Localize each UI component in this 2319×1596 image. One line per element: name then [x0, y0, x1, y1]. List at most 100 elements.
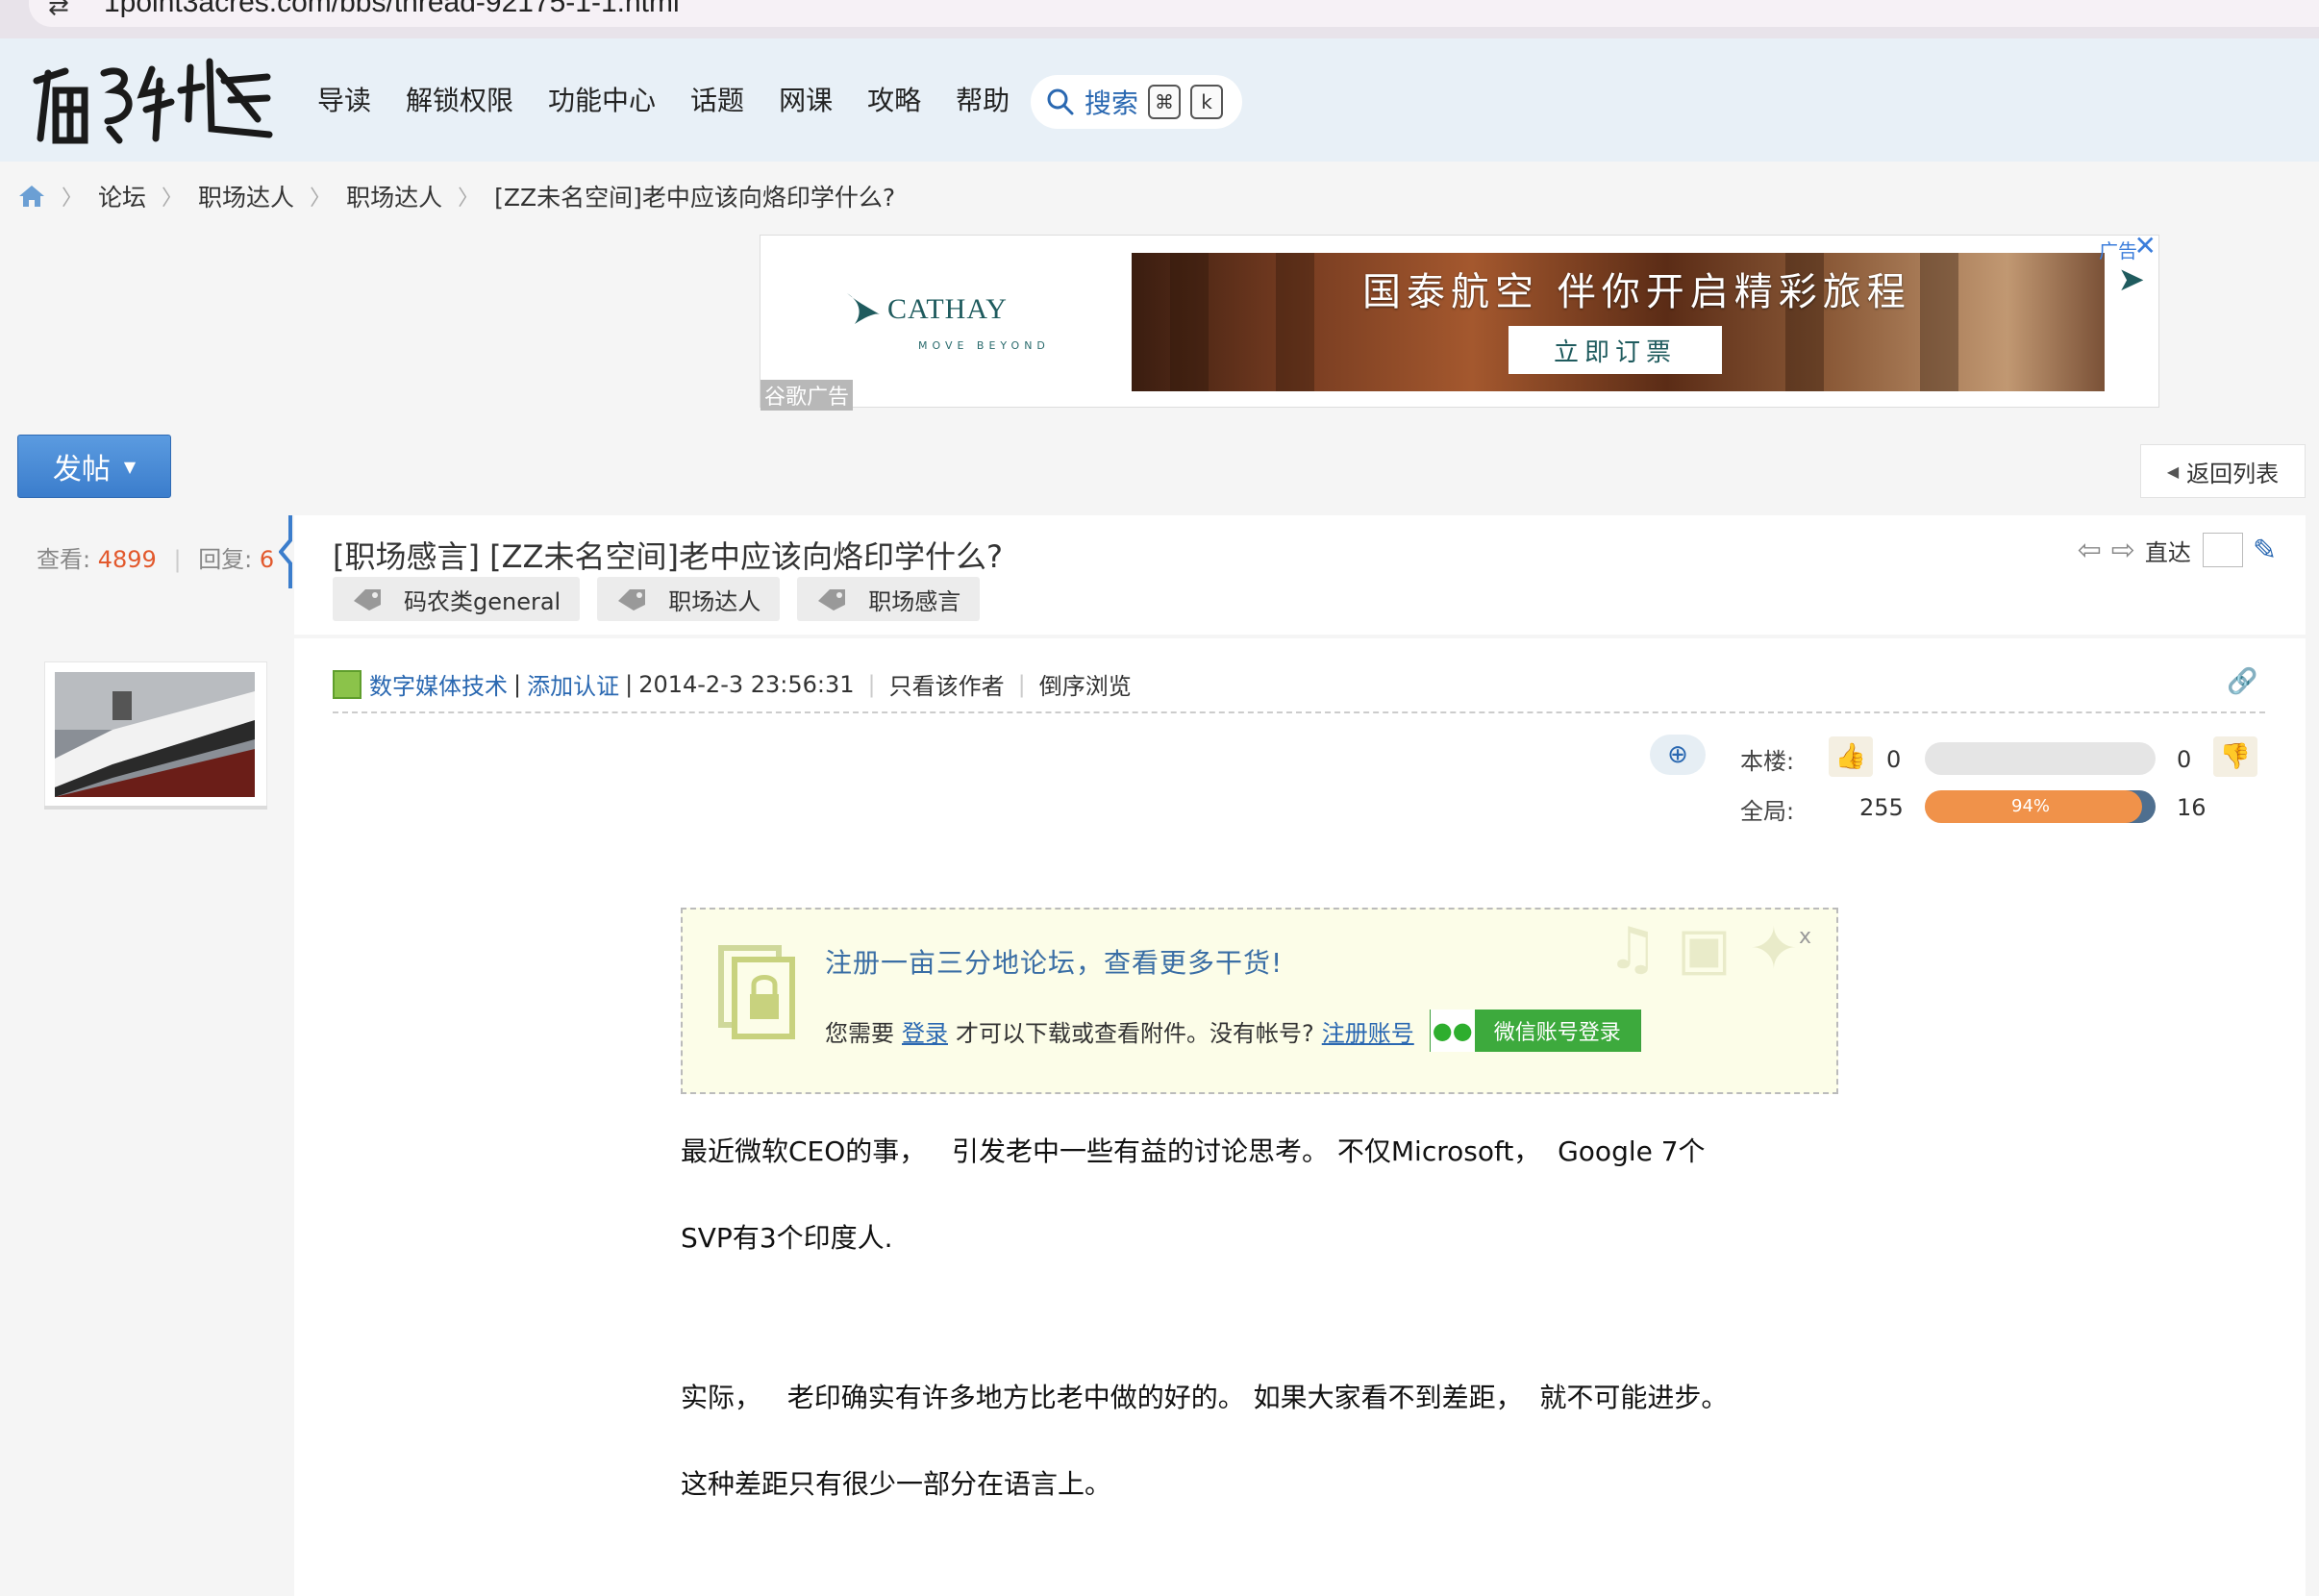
jump-floor-input[interactable] — [2202, 533, 2243, 567]
ad-banner[interactable]: CATHAY MOVE BEYOND 谷歌广告 国泰航空 伴你开启精彩旅程 立即… — [760, 230, 2159, 411]
stats-divider: | — [173, 546, 182, 573]
thumbs-up-icon[interactable]: 👍 — [1829, 736, 1873, 777]
vote-panel: ⊕ 本楼: 👍 0 0 👎 全局: 255 94% 16 — [1650, 733, 2265, 838]
jump-label: 直达 — [2144, 538, 2191, 566]
search-button[interactable]: 搜索 ⌘ k — [1031, 75, 1242, 129]
nav-item-features[interactable]: 功能中心 — [548, 77, 656, 125]
next-thread-icon[interactable]: ⇨ — [2111, 534, 2135, 567]
floor-up-count: 0 — [1886, 746, 1902, 773]
thread-header: [职场感言] [ZZ未名空间]老中应该向烙印学什么? 码农类general 职场… — [294, 515, 2306, 635]
breadcrumb-forum[interactable]: 论坛 — [98, 179, 146, 213]
lock-icon — [718, 945, 795, 1039]
post-datetime: 2014-2-3 23:56:31 — [638, 670, 855, 698]
thread-title: [职场感言] [ZZ未名空间]老中应该向烙印学什么? — [333, 538, 1003, 575]
register-link[interactable]: 注册账号 — [1322, 1014, 1414, 1048]
global-up-count: 255 — [1859, 794, 1904, 821]
caret-down-icon: ▼ — [123, 457, 137, 476]
post-paragraph: 实际， 老印确实有许多地方比老中做的好的。 如果大家看不到差距， 就不可能进步。 — [681, 1382, 1729, 1413]
tag-item[interactable]: 码农类general — [333, 577, 581, 621]
new-post-button[interactable]: 发帖 ▼ — [17, 435, 171, 498]
tag-list: 码农类general 职场达人 职场感言 — [333, 577, 981, 621]
breadcrumb-category[interactable]: 职场达人 — [198, 179, 294, 213]
ad-brand-sub: MOVE BEYOND — [918, 339, 1050, 352]
thread-stats: 查看: 4899 | 回复: 6 — [37, 540, 274, 574]
breadcrumb-thread[interactable]: [ZZ未名空间]老中应该向烙印学什么? — [494, 179, 895, 213]
site-header: 导读 解锁权限 功能中心 话题 网课 攻略 帮助 搜索 ⌘ k — [0, 38, 2319, 162]
search-icon — [1047, 88, 1074, 115]
share-icon[interactable]: ⊕ — [1650, 735, 1706, 775]
breadcrumb-separator: 〉 — [310, 187, 332, 211]
global-down-count: 16 — [2177, 794, 2207, 821]
meta-divider: | — [867, 670, 876, 698]
reverse-order-link[interactable]: 倒序浏览 — [1039, 667, 1132, 701]
search-label: 搜索 — [1085, 87, 1139, 119]
main-nav: 导读 解锁权限 功能中心 话题 网课 攻略 帮助 — [317, 77, 1044, 125]
avatar-shadow — [44, 806, 267, 810]
replies-label: 回复: — [198, 546, 253, 573]
thread-nav: ⇦ ⇨ 直达 ✎ — [2078, 533, 2277, 567]
site-logo[interactable] — [27, 52, 292, 154]
replies-count: 6 — [259, 546, 275, 573]
new-post-label: 发帖 — [52, 453, 111, 486]
add-verify-link[interactable]: 添加认证 — [527, 667, 619, 701]
views-count: 4899 — [97, 546, 157, 573]
nav-item-guides[interactable]: 攻略 — [867, 77, 921, 125]
floor-vote-label: 本楼: — [1740, 748, 1795, 775]
breadcrumb-subcategory[interactable]: 职场达人 — [346, 179, 442, 213]
tag-label: 职场感言 — [868, 587, 961, 615]
global-vote-percent: 94% — [2011, 796, 2051, 816]
nav-item-guide[interactable]: 导读 — [317, 77, 371, 125]
nav-item-courses[interactable]: 网课 — [779, 77, 833, 125]
nav-item-topics[interactable]: 话题 — [690, 77, 744, 125]
ad-tag[interactable]: 广告 — [2099, 236, 2137, 263]
wechat-login-label: 微信账号登录 — [1474, 1010, 1640, 1052]
nav-item-unlock[interactable]: 解锁权限 — [406, 77, 513, 125]
notice-title: 注册一亩三分地论坛，查看更多干货! — [825, 947, 1284, 979]
post-meta-divider — [333, 711, 2265, 713]
ad-brand: CATHAY — [887, 293, 1008, 325]
post-paragraph: SVP有3个印度人. — [681, 1222, 893, 1254]
tag-icon — [618, 589, 646, 611]
media-decoration-icon: ♫ ▣ ✦ — [1607, 915, 1798, 983]
browser-toolbar: ⇄ 1point3acres.com/bbs/thread-92175-1-1.… — [0, 0, 2319, 38]
prev-thread-icon[interactable]: ⇦ — [2078, 534, 2102, 567]
shortcut-key-cmd: ⌘ — [1148, 85, 1182, 119]
author-name-link[interactable]: 数字媒体技术 — [369, 667, 508, 701]
nav-item-help[interactable]: 帮助 — [956, 77, 1010, 125]
login-notice: ♫ ▣ ✦ 注册一亩三分地论坛，查看更多干货! 您需要 登录 才可以下载或查看附… — [681, 908, 1838, 1094]
breadcrumb-separator: 〉 — [458, 187, 480, 211]
jump-go-icon[interactable]: ✎ — [2253, 534, 2277, 567]
tag-icon — [354, 589, 381, 611]
home-icon[interactable] — [17, 184, 46, 209]
avatar[interactable] — [44, 661, 267, 808]
thumbs-down-icon[interactable]: 👎 — [2213, 736, 2257, 777]
login-link[interactable]: 登录 — [902, 1014, 948, 1048]
user-status-icon — [333, 669, 362, 699]
url-text[interactable]: 1point3acres.com/bbs/thread-92175-1-1.ht… — [104, 0, 680, 19]
caret-left-icon: ◀ — [2166, 461, 2180, 481]
site-settings-icon[interactable]: ⇄ — [48, 0, 69, 21]
floor-down-count: 0 — [2177, 746, 2192, 773]
ad-logo-arrow-icon: ➤ — [2117, 261, 2146, 299]
back-to-list-button[interactable]: ◀ 返回列表 — [2140, 444, 2306, 498]
notice-text: 您需要 登录 才可以下载或查看附件。没有帐号? 注册账号 ●● 微信账号登录 — [825, 1010, 1641, 1052]
ad-close-icon[interactable]: ✕ — [2134, 230, 2157, 262]
ad-cta-button[interactable]: 立即订票 — [1509, 326, 1722, 374]
tag-item[interactable]: 职场达人 — [597, 577, 781, 621]
views-label: 查看: — [37, 546, 91, 573]
post-meta: 数字媒体技术 | 添加认证 | 2014-2-3 23:56:31 | 只看该作… — [333, 667, 1132, 701]
ad-headline: 国泰航空 伴你开启精彩旅程 — [1362, 270, 1911, 314]
breadcrumb-separator: 〉 — [162, 187, 184, 211]
notice-close-icon[interactable]: x — [1799, 925, 1811, 949]
only-author-link[interactable]: 只看该作者 — [889, 667, 1005, 701]
wechat-login-button[interactable]: ●● 微信账号登录 — [1429, 1010, 1641, 1052]
permalink-icon[interactable]: 🔗 — [2227, 667, 2257, 696]
shortcut-key-k: k — [1190, 85, 1224, 119]
ad-brand-panel: CATHAY MOVE BEYOND 谷歌广告 — [761, 236, 1132, 411]
tag-item[interactable]: 职场感言 — [797, 577, 981, 621]
ad-badge: 谷歌广告 — [761, 380, 854, 411]
ad-image[interactable]: 国泰航空 伴你开启精彩旅程 立即订票 — [1132, 253, 2105, 391]
tag-icon — [818, 589, 846, 611]
notice-mid: 才可以下载或查看附件。没有帐号? — [956, 1019, 1314, 1047]
post-paragraph: 最近微软CEO的事， 引发老中一些有益的讨论思考。 不仅Microsoft， G… — [681, 1135, 1706, 1167]
